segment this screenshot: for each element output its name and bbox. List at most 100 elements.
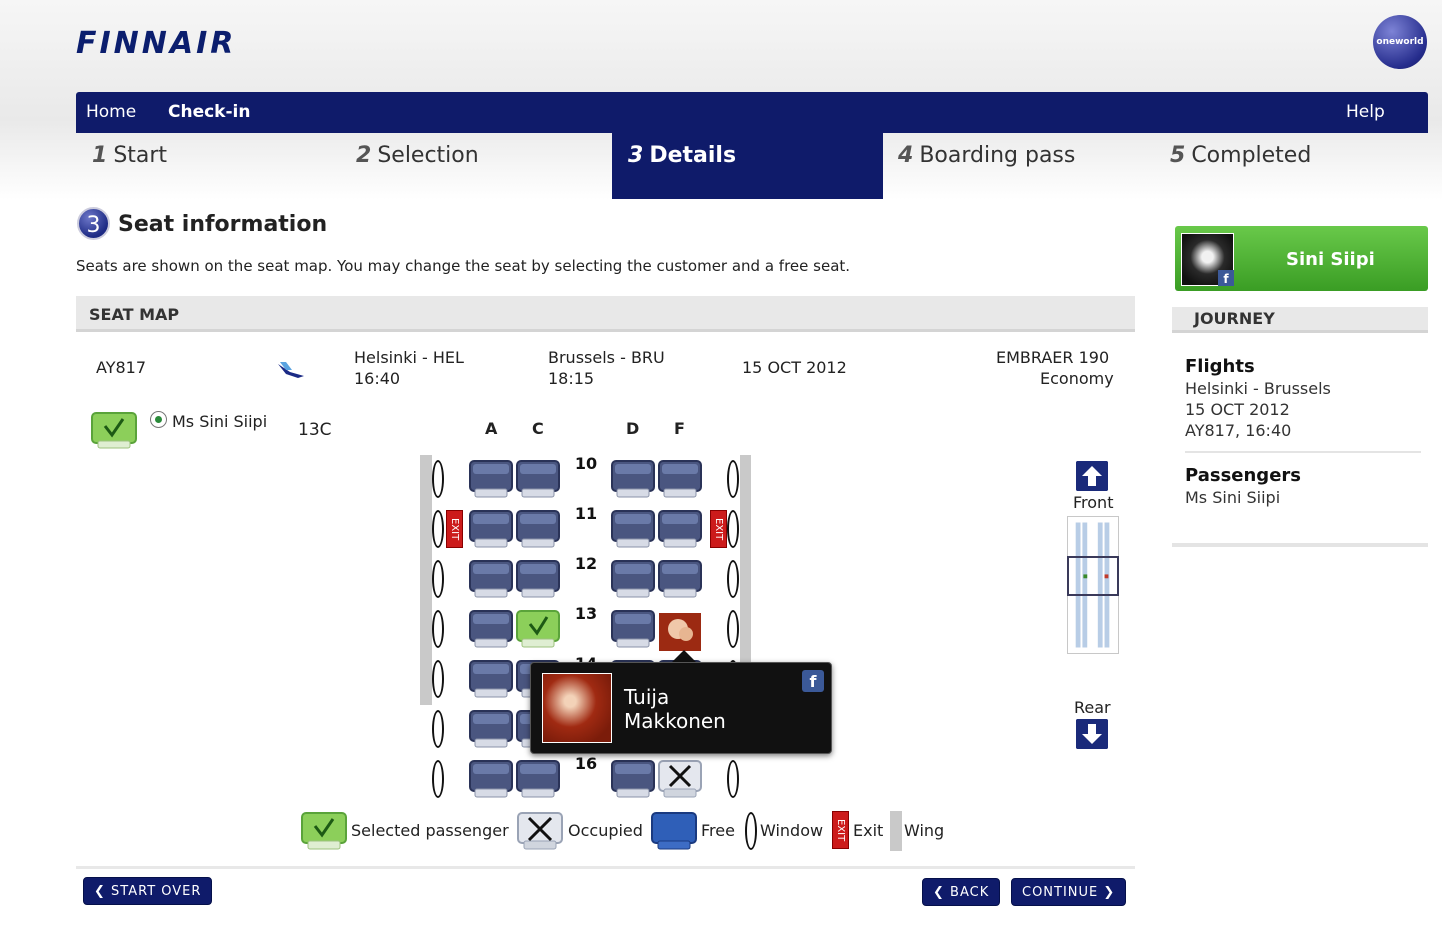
finnair-logo[interactable]: FINNAIR [76,26,236,61]
column-label-d: D [626,419,640,438]
legend-wing-icon [890,811,902,851]
seat-11a[interactable] [469,510,513,548]
minimap-viewport[interactable] [1067,556,1119,596]
legend-window-label: Window [760,821,824,840]
column-label-a: A [485,419,498,438]
sidebar-footer-line [1172,543,1428,547]
legend-free-label: Free [701,821,735,840]
seat-10d[interactable] [611,460,655,498]
seat-12d[interactable] [611,560,655,598]
window-icon [727,610,739,648]
step-start: 1 Start [92,133,167,199]
nav-checkin[interactable]: Check-in [168,92,250,133]
seat-11f[interactable] [658,510,702,548]
seat-10a[interactable] [469,460,513,498]
seat-13c[interactable] [516,610,560,648]
step-badge-icon: 3 [77,207,110,240]
column-label-c: C [532,419,544,438]
step-number: 2 [356,143,372,168]
seat-15a[interactable] [469,710,513,748]
window-icon [432,560,444,598]
continue-label: CONTINUE [1022,885,1099,900]
window-icon [727,760,739,798]
selected-passenger-seat-icon[interactable] [90,411,138,449]
rear-arrow-icon[interactable] [1076,719,1108,749]
legend-occupied-label: Occupied [568,821,643,840]
chevron-right-icon: ❯ [1098,885,1116,900]
page-title: Seat information [118,212,328,237]
step-details-active: 3 Details [612,133,883,199]
seat-12c[interactable] [516,560,560,598]
journey-route: Helsinki - Brussels [1185,379,1331,398]
passenger-seat: 13C [298,420,332,440]
departure-airport: Helsinki - HEL [354,348,464,367]
nav-help[interactable]: Help [1346,92,1385,133]
rear-label: Rear [1074,698,1111,717]
window-icon [432,710,444,748]
start-over-button[interactable]: ❮ START OVER [83,877,213,905]
seat-16a[interactable] [469,760,513,798]
flight-number: AY817 [96,358,147,377]
seat-10c[interactable] [516,460,560,498]
legend-wing-label: Wing [904,821,945,840]
seat-16f[interactable] [658,760,702,798]
legend-exit-icon: EXIT [832,811,849,849]
legend-exit-label: Exit [853,821,884,840]
passenger-radio[interactable] [150,411,167,428]
seat-13a[interactable] [469,610,513,648]
window-icon [727,560,739,598]
back-button[interactable]: ❮ BACK [922,878,1001,906]
passenger-name[interactable]: Ms Sini Siipi [172,412,267,431]
nav-home[interactable]: Home [86,92,136,133]
aircraft-type: EMBRAER 190 [996,348,1110,367]
journey-heading: JOURNEY [1194,309,1275,328]
seat-10f[interactable] [658,460,702,498]
seat-13f[interactable] [658,610,702,651]
facebook-icon[interactable]: f [802,670,824,692]
legend-window-icon [745,812,757,850]
front-label: Front [1073,493,1114,512]
seat-14a[interactable] [469,660,513,698]
legend-occupied-icon [517,812,563,850]
sidebar-passenger: Ms Sini Siipi [1185,488,1281,507]
legend-selected-label: Selected passenger [351,821,509,840]
seat-11d[interactable] [611,510,655,548]
column-label-f: F [674,419,685,438]
journey-flight: AY817, 16:40 [1185,421,1292,440]
legend-free-icon [651,812,697,850]
continue-button[interactable]: CONTINUE ❯ [1011,878,1127,906]
seat-13d[interactable] [611,610,655,648]
seat-info-description: Seats are shown on the seat map. You may… [76,257,851,275]
front-arrow-icon[interactable] [1076,461,1108,491]
footer-divider [76,866,1135,869]
seat-16d[interactable] [611,760,655,798]
journey-date: 15 OCT 2012 [1185,400,1290,419]
passengers-heading: Passengers [1185,465,1301,486]
window-icon [432,660,444,698]
seat-11c[interactable] [516,510,560,548]
seat-12a[interactable] [469,560,513,598]
passenger-photo [542,673,612,743]
exit-icon: EXIT [446,510,463,548]
user-name: Sini Siipi [1286,249,1375,270]
back-label: BACK [950,885,990,900]
row-number: 10 [574,454,598,473]
oneworld-logo: oneworld [1373,15,1427,69]
window-icon [727,510,739,548]
row-number: 13 [574,604,598,623]
row-number: 12 [574,554,598,573]
flights-heading: Flights [1185,356,1255,377]
step-number: 4 [898,143,914,168]
step-selection: 2 Selection [356,133,479,199]
row-number: 11 [574,504,598,523]
window-icon [432,610,444,648]
window-icon [432,760,444,798]
seat-16c[interactable] [516,760,560,798]
popup-last-name: Makkonen [624,709,726,733]
cabin-class: Economy [1040,369,1114,388]
seat-12f[interactable] [658,560,702,598]
window-icon [432,460,444,498]
sidebar-divider [1185,451,1421,453]
seatmap-header-bar [76,296,1135,332]
step-label: Completed [1191,143,1312,168]
